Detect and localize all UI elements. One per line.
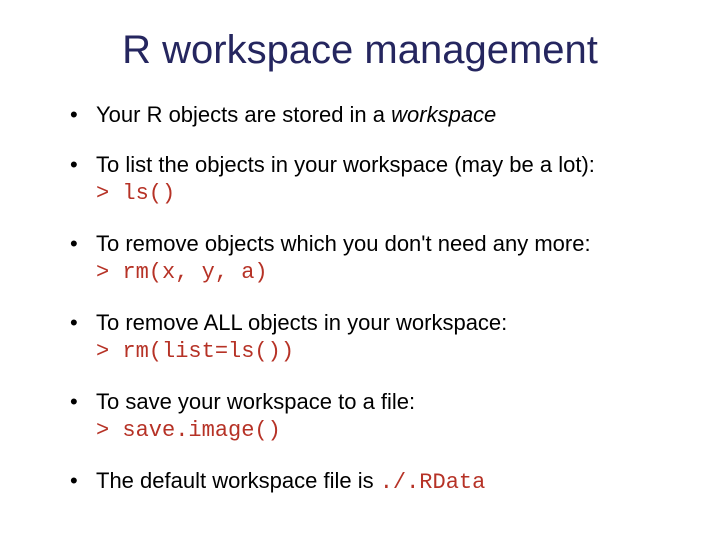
page-title: R workspace management <box>40 28 680 73</box>
slide: { "title": "R workspace management", "bu… <box>0 0 720 540</box>
code-inline: ./.RData <box>380 470 486 495</box>
list-item: To list the objects in your workspace (m… <box>70 151 680 208</box>
list-item: The default workspace file is ./.RData <box>70 467 680 497</box>
bullet-text: To save your workspace to a file: <box>96 389 415 414</box>
bullet-text: To remove objects which you don't need a… <box>96 231 591 256</box>
bullet-list: Your R objects are stored in a workspace… <box>40 101 680 496</box>
bullet-emphasis: workspace <box>391 102 496 127</box>
list-item: To remove objects which you don't need a… <box>70 230 680 287</box>
code-line: > ls() <box>96 181 175 206</box>
bullet-text: To list the objects in your workspace (m… <box>96 152 595 177</box>
bullet-text: Your R objects are stored in a <box>96 102 391 127</box>
code-line: > save.image() <box>96 418 281 443</box>
list-item: To save your workspace to a file: > save… <box>70 388 680 445</box>
code-line: > rm(list=ls()) <box>96 339 294 364</box>
list-item: To remove ALL objects in your workspace:… <box>70 309 680 366</box>
code-line: > rm(x, y, a) <box>96 260 268 285</box>
bullet-text: The default workspace file is <box>96 468 380 493</box>
bullet-text: To remove ALL objects in your workspace: <box>96 310 507 335</box>
list-item: Your R objects are stored in a workspace <box>70 101 680 129</box>
